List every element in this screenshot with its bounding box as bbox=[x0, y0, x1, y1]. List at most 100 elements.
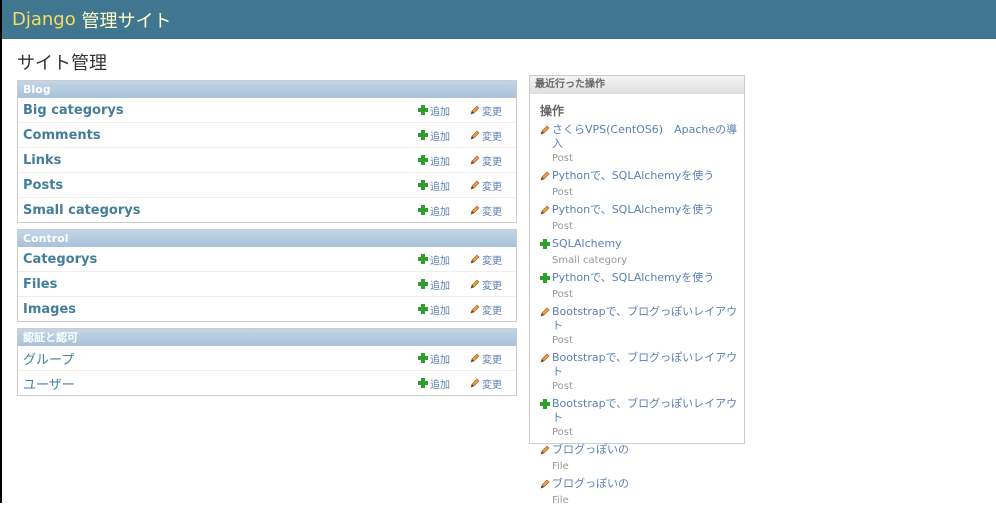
plus-icon bbox=[418, 353, 428, 363]
pencil-icon bbox=[470, 180, 480, 190]
model-link[interactable]: Small categorys bbox=[23, 203, 413, 218]
recent-action-icon-wrap bbox=[540, 205, 552, 219]
plus-icon bbox=[418, 130, 428, 140]
app-module: 認証と認可 グループ 追加 変更 ユーザー 追加 変更 bbox=[17, 328, 517, 396]
recent-action-icon-wrap bbox=[540, 479, 552, 493]
plus-icon bbox=[418, 155, 428, 165]
recent-action-item: Bootstrapで、ブログっぽいレイアウト Post bbox=[540, 305, 738, 349]
change-label: 変更 bbox=[482, 181, 502, 193]
model-link[interactable]: ユーザー bbox=[23, 374, 413, 393]
recent-action-link[interactable]: ブログっぽいの bbox=[540, 477, 738, 493]
recent-action-link[interactable]: Pythonで、SQLAlchemyを使う bbox=[540, 169, 738, 185]
recent-action-icon-wrap bbox=[540, 171, 552, 185]
recent-action-type: Post bbox=[552, 153, 573, 164]
change-link[interactable]: 変更 bbox=[470, 153, 502, 168]
recent-action-title: Bootstrapで、ブログっぽいレイアウト bbox=[552, 397, 738, 424]
change-link[interactable]: 変更 bbox=[470, 351, 502, 366]
model-row: グループ 追加 変更 bbox=[18, 346, 516, 371]
model-row: Files 追加 変更 bbox=[18, 272, 516, 297]
recent-action-link[interactable]: Pythonで、SQLAlchemyを使う bbox=[540, 203, 738, 219]
model-link[interactable]: Images bbox=[23, 302, 413, 317]
change-link[interactable]: 変更 bbox=[470, 252, 502, 267]
app-module: Control Categorys 追加 変更 Files 追加 変更 Images 追加 変更 bbox=[17, 229, 517, 322]
change-link[interactable]: 変更 bbox=[470, 302, 502, 317]
pencil-icon bbox=[470, 155, 480, 165]
recent-action-title: SQLAlchemy bbox=[552, 237, 622, 250]
pencil-icon bbox=[470, 105, 480, 115]
model-link[interactable]: グループ bbox=[23, 349, 413, 368]
recent-action-type: Post bbox=[552, 221, 573, 232]
recent-action-link[interactable]: Bootstrapで、ブログっぽいレイアウト bbox=[540, 305, 738, 333]
recent-action-title: ブログっぽいの bbox=[552, 443, 629, 456]
model-row: Big categorys 追加 変更 bbox=[18, 98, 516, 123]
add-link[interactable]: 追加 bbox=[418, 153, 450, 168]
recent-action-link[interactable]: ブログっぽいの bbox=[540, 443, 738, 459]
plus-icon bbox=[418, 105, 428, 115]
change-label: 変更 bbox=[482, 206, 502, 218]
recent-action-item: Pythonで、SQLAlchemyを使う Post bbox=[540, 169, 738, 201]
recent-action-link[interactable]: Pythonで、SQLAlchemyを使う bbox=[540, 271, 738, 287]
recent-action-title: Bootstrapで、ブログっぽいレイアウト bbox=[552, 305, 738, 332]
model-row: ユーザー 追加 変更 bbox=[18, 371, 516, 395]
model-link[interactable]: Big categorys bbox=[23, 103, 413, 118]
plus-icon bbox=[418, 378, 428, 388]
recent-action-type: Small category bbox=[552, 255, 628, 266]
add-link[interactable]: 追加 bbox=[418, 203, 450, 218]
change-label: 変更 bbox=[482, 354, 502, 366]
header-title: 管理サイト bbox=[81, 10, 172, 32]
recent-action-title: Pythonで、SQLAlchemyを使う bbox=[552, 203, 715, 216]
change-link[interactable]: 変更 bbox=[470, 203, 502, 218]
add-label: 追加 bbox=[430, 131, 450, 143]
model-link[interactable]: Posts bbox=[23, 178, 413, 193]
change-link[interactable]: 変更 bbox=[470, 178, 502, 193]
pencil-icon bbox=[540, 171, 550, 181]
add-link[interactable]: 追加 bbox=[418, 351, 450, 366]
plus-icon bbox=[418, 180, 428, 190]
model-row: Comments 追加 変更 bbox=[18, 123, 516, 148]
module-caption[interactable]: Blog bbox=[18, 81, 516, 98]
recent-action-link[interactable]: Bootstrapで、ブログっぽいレイアウト bbox=[540, 351, 738, 379]
add-link[interactable]: 追加 bbox=[418, 376, 450, 391]
pencil-icon bbox=[470, 205, 480, 215]
model-row: Images 追加 変更 bbox=[18, 297, 516, 321]
plus-icon bbox=[418, 279, 428, 289]
model-row: Posts 追加 変更 bbox=[18, 173, 516, 198]
module-caption[interactable]: 認証と認可 bbox=[18, 329, 516, 346]
plus-icon bbox=[540, 399, 550, 409]
change-link[interactable]: 変更 bbox=[470, 128, 502, 143]
add-link[interactable]: 追加 bbox=[418, 178, 450, 193]
add-link[interactable]: 追加 bbox=[418, 277, 450, 292]
recent-action-item: Pythonで、SQLAlchemyを使う Post bbox=[540, 203, 738, 235]
recent-action-icon-wrap bbox=[540, 125, 552, 139]
add-link[interactable]: 追加 bbox=[418, 103, 450, 118]
add-link[interactable]: 追加 bbox=[418, 252, 450, 267]
add-label: 追加 bbox=[430, 305, 450, 317]
plus-icon bbox=[540, 239, 550, 249]
plus-icon bbox=[418, 254, 428, 264]
recent-action-item: ブログっぽいの File bbox=[540, 477, 738, 509]
add-link[interactable]: 追加 bbox=[418, 302, 450, 317]
recent-action-title: Bootstrapで、ブログっぽいレイアウト bbox=[552, 351, 738, 378]
recent-action-item: Pythonで、SQLAlchemyを使う Post bbox=[540, 271, 738, 303]
recent-action-icon-wrap bbox=[540, 399, 552, 413]
model-link[interactable]: Files bbox=[23, 277, 413, 292]
recent-action-link[interactable]: さくらVPS(CentOS6) Apacheの導入 bbox=[540, 123, 738, 151]
add-label: 追加 bbox=[430, 206, 450, 218]
add-link[interactable]: 追加 bbox=[418, 128, 450, 143]
module-caption[interactable]: Control bbox=[18, 230, 516, 247]
plus-icon bbox=[418, 205, 428, 215]
recent-action-type: Post bbox=[552, 289, 573, 300]
recent-action-item: ブログっぽいの File bbox=[540, 443, 738, 475]
change-link[interactable]: 変更 bbox=[470, 376, 502, 391]
model-link[interactable]: Categorys bbox=[23, 252, 413, 267]
model-link[interactable]: Links bbox=[23, 153, 413, 168]
model-link[interactable]: Comments bbox=[23, 128, 413, 143]
model-row: Links 追加 変更 bbox=[18, 148, 516, 173]
recent-action-link[interactable]: SQLAlchemy bbox=[540, 237, 738, 253]
recent-action-link[interactable]: Bootstrapで、ブログっぽいレイアウト bbox=[540, 397, 738, 425]
pencil-icon bbox=[540, 353, 550, 363]
change-link[interactable]: 変更 bbox=[470, 277, 502, 292]
recent-action-title: さくらVPS(CentOS6) Apacheの導入 bbox=[552, 123, 738, 150]
pencil-icon bbox=[470, 130, 480, 140]
change-link[interactable]: 変更 bbox=[470, 103, 502, 118]
